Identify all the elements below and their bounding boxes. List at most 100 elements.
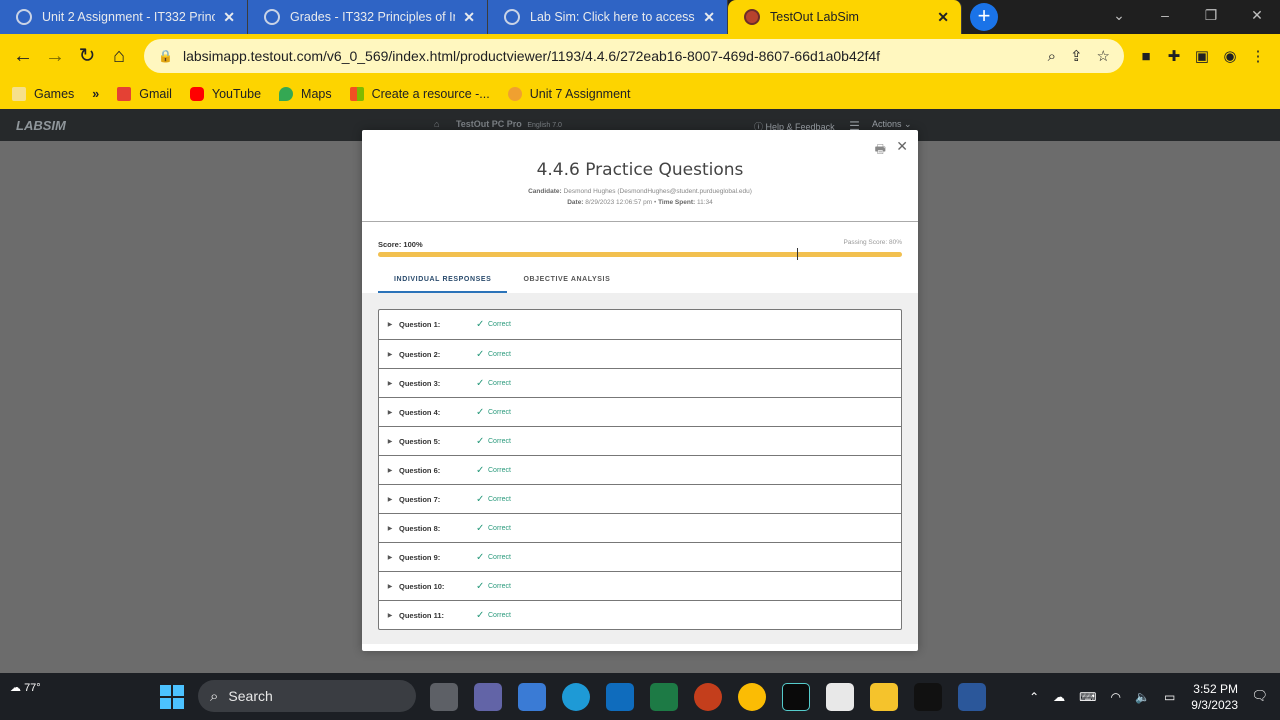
caret-right-icon[interactable]: ▶ (381, 409, 399, 416)
bookmark-games[interactable]: Games (12, 86, 74, 101)
excel-icon[interactable] (650, 683, 678, 711)
print-icon[interactable]: 🖶 (875, 140, 886, 161)
weather-icon: ☁ (10, 682, 21, 694)
tab-grades[interactable]: Grades - IT332 Principles of Infor ✕ (248, 0, 488, 34)
file-explorer-icon[interactable] (870, 683, 898, 711)
start-button[interactable] (160, 685, 184, 709)
zoom-icon[interactable]: ⌕ (1048, 48, 1056, 65)
back-icon[interactable]: ← (8, 41, 38, 71)
window-close-icon[interactable]: ✕ (1234, 0, 1280, 34)
question-status: Correct (488, 553, 511, 561)
tab-testout-labsim[interactable]: TestOut LabSim ✕ (728, 0, 962, 34)
keyboard-icon[interactable]: ⌨ (1079, 690, 1096, 704)
tab-search-icon[interactable]: ⌄ (1096, 0, 1142, 34)
question-row[interactable]: ▶ Question 9: ✓ Correct (379, 542, 901, 571)
powerpoint-icon[interactable] (694, 683, 722, 711)
wifi-icon[interactable]: ◠ (1111, 690, 1121, 704)
bookmark-maps[interactable]: Maps (279, 86, 332, 101)
close-icon[interactable]: ✕ (223, 9, 235, 26)
caret-right-icon[interactable]: ▶ (381, 612, 399, 619)
word-icon[interactable] (958, 683, 986, 711)
new-tab-button[interactable]: + (970, 3, 998, 31)
hulu-icon[interactable] (914, 683, 942, 711)
bookmark-star-icon[interactable]: ☆ (1097, 47, 1110, 65)
home-icon[interactable]: ⌂ (104, 41, 134, 71)
results-dialog: 🖶 ✕ 4.4.6 Practice Questions Candidate: … (362, 130, 918, 651)
tab-lab-sim[interactable]: Lab Sim: Click here to access Lab ✕ (488, 0, 728, 34)
caret-right-icon[interactable]: ▶ (381, 380, 399, 387)
tab-unit2-assignment[interactable]: Unit 2 Assignment - IT332 Princip ✕ (0, 0, 248, 34)
tab-individual-responses[interactable]: INDIVIDUAL RESPONSES (378, 273, 508, 293)
question-row[interactable]: ▶ Question 5: ✓ Correct (379, 426, 901, 455)
close-icon[interactable]: ✕ (463, 9, 475, 26)
question-row[interactable]: ▶ Question 7: ✓ Correct (379, 484, 901, 513)
bookmarks-overflow-icon[interactable]: » (92, 87, 99, 101)
tab-objective-analysis[interactable]: OBJECTIVE ANALYSIS (507, 273, 626, 293)
bookmark-gmail[interactable]: Gmail (117, 86, 172, 101)
store-icon[interactable] (518, 683, 546, 711)
lock-icon[interactable]: 🔒 (158, 49, 173, 63)
caret-right-icon[interactable]: ▶ (381, 525, 399, 532)
globe-icon (504, 9, 520, 25)
battery-icon[interactable]: ▭ (1164, 690, 1175, 704)
system-tray: ⌃ ☁ ⌨ ◠ 🔈 ▭ 3:52 PM 9/3/2023 (1015, 673, 1280, 720)
address-bar[interactable]: 🔒 labsimapp.testout.com/v6_0_569/index.h… (144, 39, 1124, 73)
snipping-tool-icon[interactable] (826, 683, 854, 711)
question-row[interactable]: ▶ Question 3: ✓ Correct (379, 368, 901, 397)
caret-right-icon[interactable]: ▶ (381, 438, 399, 445)
checkmark-icon: ✓ (476, 580, 485, 592)
actions-menu[interactable]: Actions ⌄ (872, 119, 912, 130)
home-icon[interactable]: ⌂ (434, 119, 439, 129)
question-row[interactable]: ▶ Question 10: ✓ Correct (379, 571, 901, 600)
tab-title: Lab Sim: Click here to access Lab (530, 10, 695, 24)
close-icon[interactable]: ✕ (896, 138, 908, 155)
onedrive-icon[interactable]: ☁ (1053, 690, 1065, 704)
bookmark-unit7-assignment[interactable]: Unit 7 Assignment (507, 86, 630, 101)
caret-right-icon[interactable]: ▶ (381, 351, 399, 358)
puzzle-icon[interactable]: ✚ (1160, 47, 1188, 65)
course-title[interactable]: ⌂ TestOut PC Pro English 7.0 (434, 119, 562, 129)
outlook-icon[interactable] (606, 683, 634, 711)
restore-icon[interactable]: ❐ (1188, 0, 1234, 34)
volume-icon[interactable]: 🔈 (1135, 690, 1150, 704)
close-icon[interactable]: ✕ (937, 9, 949, 26)
caret-right-icon[interactable]: ▶ (381, 467, 399, 474)
teams-chat-icon[interactable] (474, 683, 502, 711)
profile-avatar[interactable]: ◉ (1216, 47, 1244, 65)
question-row[interactable]: ▶ Question 1: ✓ Correct (379, 310, 901, 339)
edge-icon[interactable] (562, 683, 590, 711)
weather-widget[interactable]: ☁ 77° (10, 681, 41, 694)
question-row[interactable]: ▶ Question 4: ✓ Correct (379, 397, 901, 426)
caret-right-icon[interactable]: ▶ (381, 554, 399, 561)
question-row[interactable]: ▶ Question 8: ✓ Correct (379, 513, 901, 542)
taskbar-search[interactable]: ⌕ Search (198, 680, 416, 712)
share-icon[interactable]: ⇪ (1070, 47, 1083, 65)
search-icon: ⌕ (210, 687, 219, 705)
notification-icon[interactable]: 🗨 (1251, 688, 1268, 704)
extension-icon[interactable]: ■ (1132, 48, 1160, 65)
bookmark-create-resource[interactable]: Create a resource -... (349, 86, 490, 101)
bookmark-youtube[interactable]: YouTube (189, 86, 261, 101)
question-row[interactable]: ▶ Question 6: ✓ Correct (379, 455, 901, 484)
minimize-icon[interactable]: – (1142, 0, 1188, 34)
question-status: Correct (488, 379, 511, 387)
chrome-icon[interactable] (738, 683, 766, 711)
caret-right-icon[interactable]: ▶ (381, 583, 399, 590)
close-icon[interactable]: ✕ (703, 9, 715, 26)
task-view-icon[interactable] (430, 683, 458, 711)
side-panel-icon[interactable]: ▣ (1188, 47, 1216, 65)
question-row[interactable]: ▶ Question 11: ✓ Correct (379, 600, 901, 629)
terminal-icon[interactable] (782, 683, 810, 711)
clock[interactable]: 3:52 PM 9/3/2023 (1191, 681, 1238, 713)
forward-icon[interactable]: → (40, 41, 70, 71)
checkmark-icon: ✓ (476, 551, 485, 563)
question-label: Question 3: (399, 378, 441, 388)
caret-right-icon[interactable]: ▶ (381, 496, 399, 503)
labsim-logo[interactable]: LABSIM (16, 118, 66, 133)
checkmark-icon: ✓ (476, 435, 485, 447)
question-row[interactable]: ▶ Question 2: ✓ Correct (379, 339, 901, 368)
caret-right-icon[interactable]: ▶ (381, 321, 399, 328)
menu-icon[interactable]: ⋮ (1244, 47, 1272, 65)
reload-icon[interactable]: ↻ (72, 41, 102, 71)
chevron-up-icon[interactable]: ⌃ (1029, 690, 1039, 704)
